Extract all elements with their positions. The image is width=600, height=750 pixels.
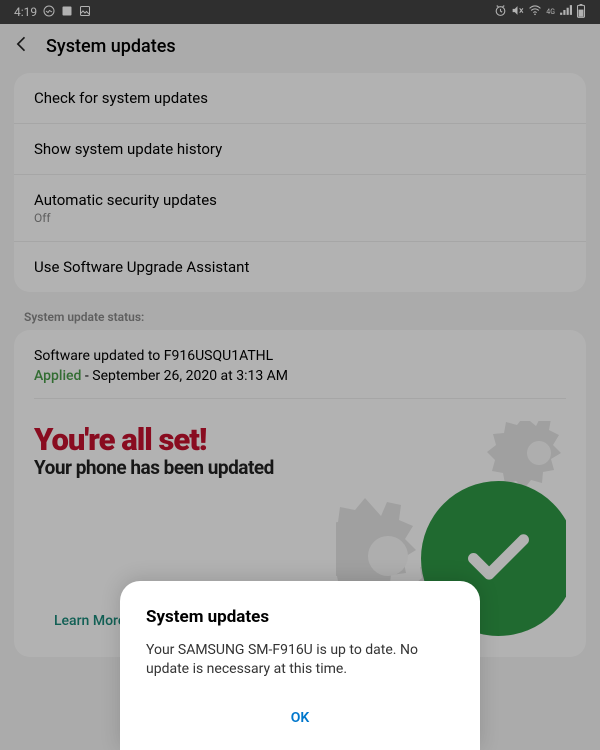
ok-button[interactable]: OK <box>146 704 454 732</box>
dialog-title: System updates <box>146 607 454 627</box>
dialog: System updates Your SAMSUNG SM-F916U is … <box>120 581 480 750</box>
dialog-body: Your SAMSUNG SM-F916U is up to date. No … <box>146 641 454 680</box>
